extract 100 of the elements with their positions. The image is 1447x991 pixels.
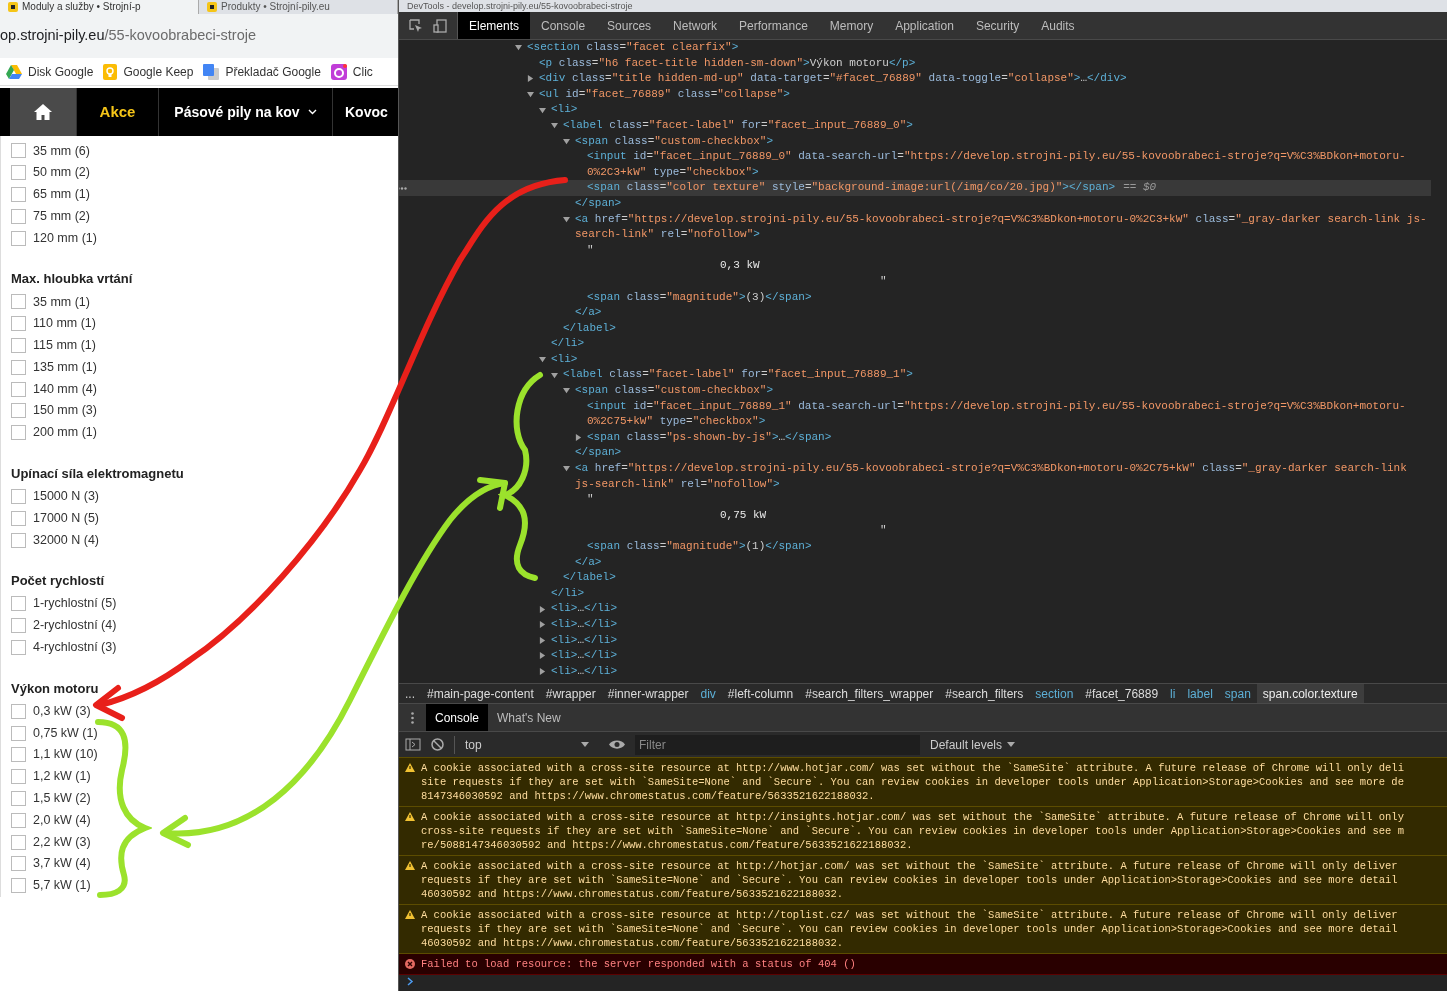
checkbox[interactable]: [11, 337, 26, 353]
checkbox[interactable]: [11, 812, 26, 828]
devtools-tab[interactable]: Memory: [818, 12, 885, 39]
filter-option[interactable]: 35 mm (1): [11, 291, 398, 313]
filter-option[interactable]: 2,0 kW (4): [11, 809, 398, 832]
dom-node[interactable]: <section class="facet clearfix">: [527, 40, 739, 56]
checkbox[interactable]: [11, 769, 26, 785]
dom-node[interactable]: <li>: [551, 102, 578, 118]
checkbox[interactable]: [11, 143, 26, 159]
filter-option[interactable]: 15000 N (3): [11, 485, 398, 508]
filter-field[interactable]: Filter: [635, 734, 920, 755]
devtools-tab[interactable]: Audits: [1030, 12, 1086, 39]
devtools-tab[interactable]: Elements: [458, 12, 531, 39]
filter-option[interactable]: 65 mm (1): [11, 183, 398, 206]
filter-option[interactable]: 140 mm (4): [11, 378, 398, 400]
dom-node[interactable]: <span class="custom-checkbox">: [575, 383, 774, 399]
devtools-tab[interactable]: Application: [884, 12, 965, 39]
browser-tab[interactable]: Moduly a služby • Strojní-p: [0, 0, 199, 14]
drawer-tab[interactable]: What's New: [488, 704, 570, 731]
breadcrumb[interactable]: #search_filters_wrapper: [799, 684, 940, 703]
dom-node[interactable]: <ul id="facet_76889" class="collapse">: [539, 86, 790, 103]
expanded-arrow-icon[interactable]: [515, 44, 522, 52]
devtools-tab[interactable]: Performance: [728, 12, 819, 39]
devtools-tab[interactable]: Console: [530, 12, 597, 39]
checkbox[interactable]: [11, 790, 26, 806]
dom-node[interactable]: <label class="facet-label" for="facet_input_76889_0">: [563, 117, 913, 134]
expanded-arrow-icon[interactable]: [563, 465, 570, 473]
filter-option[interactable]: 0,3 kW (3): [11, 700, 398, 723]
checkbox[interactable]: [11, 596, 26, 612]
breadcrumb[interactable]: #facet_76889: [1079, 684, 1165, 703]
checkbox[interactable]: [11, 878, 26, 894]
inspect-icon[interactable]: [409, 18, 423, 33]
dom-node[interactable]: <li>: [551, 351, 578, 368]
more-icon[interactable]: [399, 187, 407, 191]
checkbox[interactable]: [11, 834, 26, 850]
filter-option[interactable]: 110 mm (1): [11, 312, 398, 335]
dom-node[interactable]: <div class="title hidden-md-up" data-target="#facet_76889" data-toggle="collapse">…</div>: [539, 71, 1127, 87]
checkbox[interactable]: [11, 703, 26, 719]
checkbox[interactable]: [11, 294, 26, 310]
filter-option[interactable]: 1-rychlostní (5): [11, 592, 398, 615]
bookmark[interactable]: Google Keep: [103, 62, 194, 81]
checkbox[interactable]: [11, 359, 26, 375]
checkbox[interactable]: [11, 165, 26, 181]
filter-option[interactable]: 200 mm (1): [11, 421, 398, 444]
filter-option[interactable]: 5,7 kW (1): [11, 874, 398, 897]
breadcrumb[interactable]: li: [1164, 684, 1182, 703]
context-select[interactable]: top: [454, 735, 589, 754]
filter-option[interactable]: 115 mm (1): [11, 334, 398, 357]
dom-node[interactable]: <span class="magnitude">(3)</span>: [587, 289, 812, 306]
filter-option[interactable]: 3,7 kW (4): [11, 852, 398, 875]
home-button[interactable]: [10, 88, 76, 136]
breadcrumb[interactable]: #left-column: [721, 684, 800, 703]
dom-node[interactable]: <span class="custom-checkbox">: [575, 133, 774, 150]
checkbox[interactable]: [11, 230, 26, 246]
filter-option[interactable]: 2,2 kW (3): [11, 831, 398, 853]
dom-node[interactable]: <p class="h6 facet-title hidden-sm-down">Výkon motoru</p>: [539, 55, 916, 72]
dom-node[interactable]: <span class="magnitude">(1)</span>: [587, 539, 812, 555]
filter-option[interactable]: 32000 N (4): [11, 529, 398, 551]
filter-option[interactable]: 35 mm (6): [11, 140, 398, 162]
breadcrumb[interactable]: section: [1029, 684, 1080, 703]
filter-option[interactable]: 4-rychlostní (3): [11, 636, 398, 659]
levels-select[interactable]: Default levels: [930, 735, 1016, 754]
expanded-arrow-icon[interactable]: [563, 215, 570, 223]
breadcrumb[interactable]: div: [694, 684, 722, 703]
clear-icon[interactable]: [431, 738, 444, 751]
dom-node[interactable]: <li>…</li>: [551, 601, 618, 617]
devtools-tab[interactable]: Security: [964, 12, 1031, 39]
bookmark[interactable]: Disk Google: [6, 62, 94, 81]
checkbox[interactable]: [11, 488, 26, 504]
filter-option[interactable]: 1,5 kW (2): [11, 787, 398, 810]
dom-node[interactable]: <a href="https://develop.strojni-pily.eu/55-kovoobrabeci-stroje?q=V%C3%BDkon+motoru-0%2C3+kW" class="_gray-darker search-link js-search-link" rel="nofollow">: [575, 211, 1431, 243]
filter-option[interactable]: 1,2 kW (1): [11, 765, 398, 788]
sidebar-toggle-icon[interactable]: [405, 738, 421, 751]
breadcrumb[interactable]: #wrapper: [539, 684, 602, 703]
breadcrumb[interactable]: label: [1181, 684, 1219, 703]
breadcrumb[interactable]: #inner-wrapper: [601, 684, 695, 703]
breadcrumb[interactable]: #main-page-content: [421, 684, 540, 703]
dom-node[interactable]: <a href="https://develop.strojni-pily.eu/55-kovoobrabeci-stroje?q=V%C3%BDkon+motoru-0%2C75+kW" class="_gray-darker search-link js-search-link" rel="nofollow">: [575, 461, 1431, 493]
checkbox[interactable]: [11, 747, 26, 763]
filter-option[interactable]: 0,75 kW (1): [11, 722, 398, 744]
more-icon[interactable]: [411, 711, 414, 724]
checkbox[interactable]: [11, 425, 26, 441]
dom-node[interactable]: <input id="facet_input_76889_1" data-search-url="https://develop.strojni-pily.eu/55-kovoobrabeci-stroje?q=V%C3%BDkon+motoru-0%2C75+kW" type="checkbox">: [587, 398, 1431, 430]
dom-node[interactable]: <input id="facet_input_76889_0" data-search-url="https://develop.strojni-pily.eu/55-kovoobrabeci-stroje?q=V%C3%BDkon+motoru-0%2C3+kW" type="checkbox">: [587, 149, 1431, 181]
checkbox[interactable]: [11, 639, 26, 655]
checkbox[interactable]: [11, 725, 26, 741]
checkbox[interactable]: [11, 532, 26, 548]
filter-option[interactable]: 135 mm (1): [11, 356, 398, 379]
breadcrumb[interactable]: span.color.texture: [1256, 684, 1364, 703]
filter-option[interactable]: 17000 N (5): [11, 507, 398, 530]
collapsed-arrow-icon[interactable]: [527, 75, 534, 83]
checkbox[interactable]: [11, 618, 26, 634]
bookmark[interactable]: Překladač Google: [203, 62, 321, 81]
breadcrumb-overflow[interactable]: ...: [399, 684, 421, 703]
breadcrumb[interactable]: span: [1218, 684, 1257, 703]
breadcrumb[interactable]: #search_filters: [939, 684, 1030, 703]
checkbox[interactable]: [11, 208, 26, 224]
bookmark[interactable]: Clic: [330, 62, 373, 81]
dom-node[interactable]: <span class="ps-shown-by-js">…</span>: [587, 429, 832, 446]
filter-option[interactable]: 1,1 kW (10): [11, 743, 398, 766]
